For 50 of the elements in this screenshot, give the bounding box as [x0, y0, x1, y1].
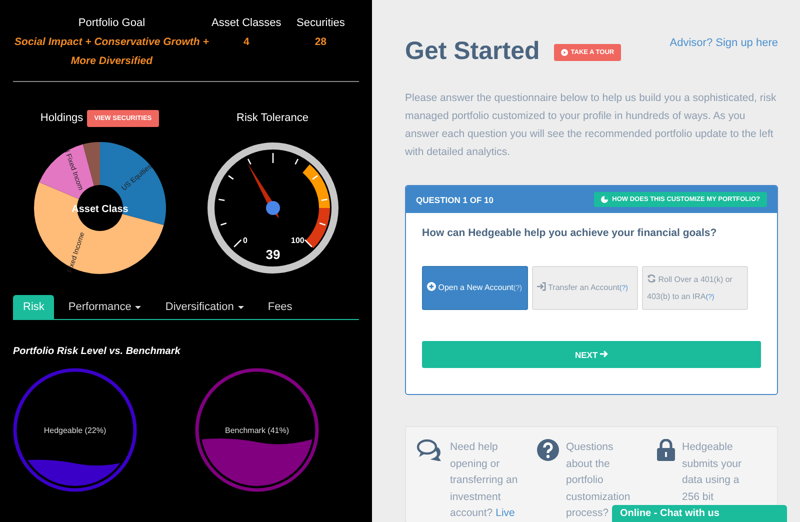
gauge-min-label: 0 [242, 236, 247, 245]
question-counter: QUESTION 1 OF 10 [416, 194, 494, 204]
advisor-signup-link[interactable]: Advisor? Sign up here [670, 37, 778, 49]
gauge-hub [266, 201, 280, 215]
intro-paragraph: Please answer the questionnaire below to help us build you a sophisticated, risk managed portfolio customized to your profile in hundreds of ways. As you answer each question you will see the recommended portfolio update to the left with detailed analytics. [405, 91, 778, 160]
risk-chart-title: Portfolio Risk Level vs. Benchmark [13, 346, 182, 357]
refresh-icon [647, 274, 656, 282]
info-line: transferring an [450, 473, 518, 488]
question-icon [537, 439, 559, 461]
next-button[interactable]: NEXT [422, 341, 761, 368]
pie-icon [601, 196, 608, 203]
analytics-tab[interactable]: Performance [58, 295, 152, 319]
stat-value: Social Impact + Conservative Growth + More Diversified [14, 35, 210, 69]
gauge-label: Hedgeable (22%) [44, 426, 106, 435]
info-line: Questions [566, 440, 614, 455]
analytics-tab[interactable]: Fees [258, 295, 302, 319]
arrow-right-icon [600, 350, 608, 358]
question-text: How can Hedgeable help you achieve your financial goals? [422, 227, 718, 239]
chat-bar[interactable]: Online - Chat with us [612, 505, 787, 522]
info-line: data using a [682, 473, 740, 488]
info-line: opening or [450, 456, 500, 472]
info-line: account? [450, 506, 493, 521]
analytics-tab[interactable]: Diversification [155, 295, 254, 319]
info-line: Need help [450, 440, 498, 455]
sign-in-icon [537, 282, 546, 291]
gauge-label: Benchmark (41%) [224, 426, 290, 435]
info-line: customization [566, 490, 630, 504]
info-line: 256 bit [682, 490, 714, 504]
holdings-title: Holdings [40, 112, 84, 124]
lock-icon [657, 439, 675, 461]
analytics-tab[interactable]: Risk [13, 295, 54, 319]
stat-value: 4 [243, 35, 250, 50]
risk-tolerance-title: Risk Tolerance [236, 112, 308, 124]
info-line: portfolio [566, 473, 604, 488]
stat-label: Securities [296, 17, 345, 29]
plus-circle-icon [427, 282, 436, 291]
stat-label: Portfolio Goal [78, 17, 146, 29]
info-line: process? [566, 506, 609, 521]
info-line: about the [566, 456, 610, 472]
info-line: investment [450, 490, 501, 504]
stat-value: 28 [314, 35, 326, 50]
play-icon [560, 49, 568, 56]
page-title: Get Started [405, 37, 540, 66]
info-line: submits your [682, 456, 742, 472]
chat-bubbles-icon [417, 439, 443, 461]
gauge-max-label: 100 [290, 236, 304, 245]
live-chat-link[interactable]: Live [496, 505, 515, 522]
gauge-reading: 39 [265, 247, 280, 262]
info-line: Hedgeable [682, 440, 733, 455]
stat-label: Asset Classes [212, 17, 282, 29]
